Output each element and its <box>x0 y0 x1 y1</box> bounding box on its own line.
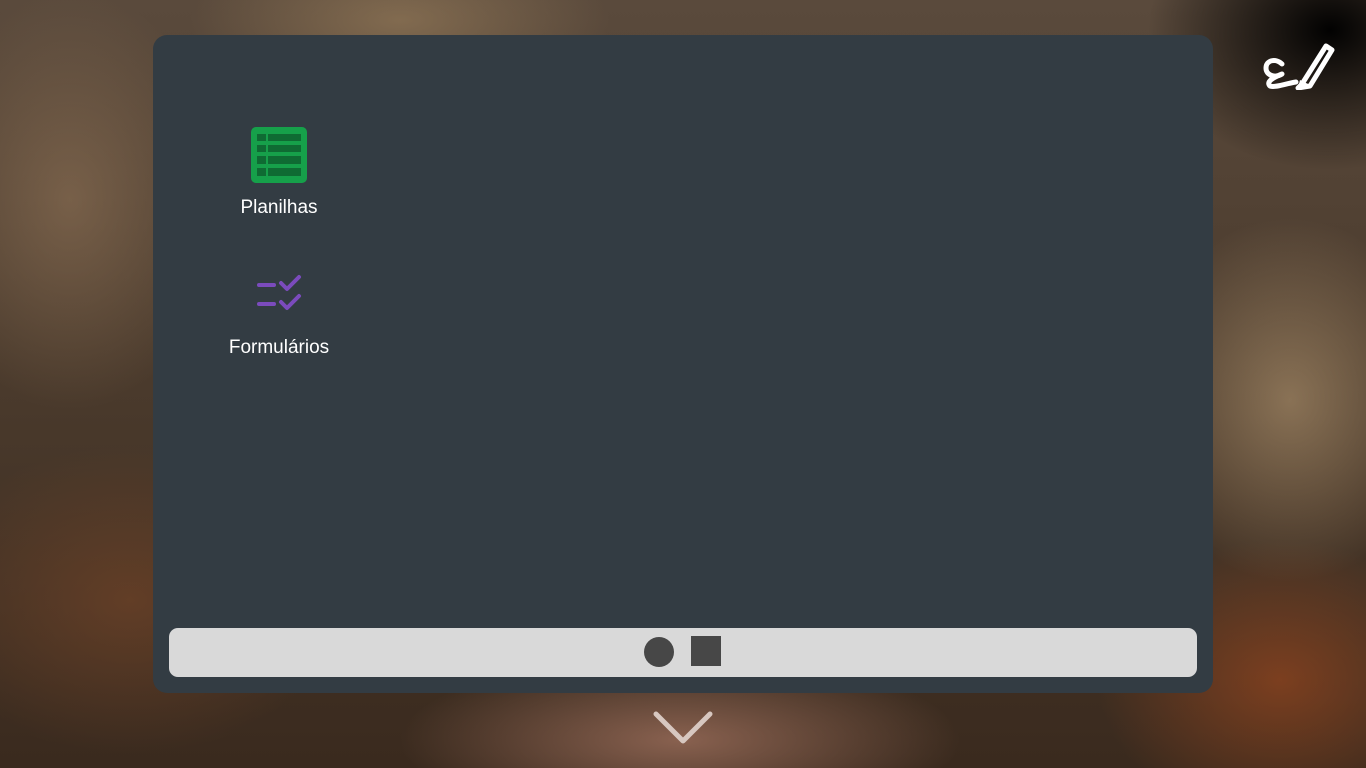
pen-scribble-icon[interactable] <box>1262 38 1336 91</box>
app-launcher-panel: Planilhas Formulários <box>153 35 1213 693</box>
square-icon[interactable] <box>691 636 721 666</box>
app-label: Formulários <box>228 337 330 358</box>
circle-icon[interactable] <box>644 637 674 667</box>
checklist-icon <box>249 263 309 323</box>
app-formularios[interactable]: Formulários <box>209 263 349 359</box>
app-label: Planilhas <box>240 197 318 218</box>
taskbar <box>169 628 1197 677</box>
chevron-down-icon[interactable] <box>652 708 714 748</box>
app-planilhas[interactable]: Planilhas <box>209 125 349 219</box>
spreadsheet-icon <box>249 125 309 185</box>
